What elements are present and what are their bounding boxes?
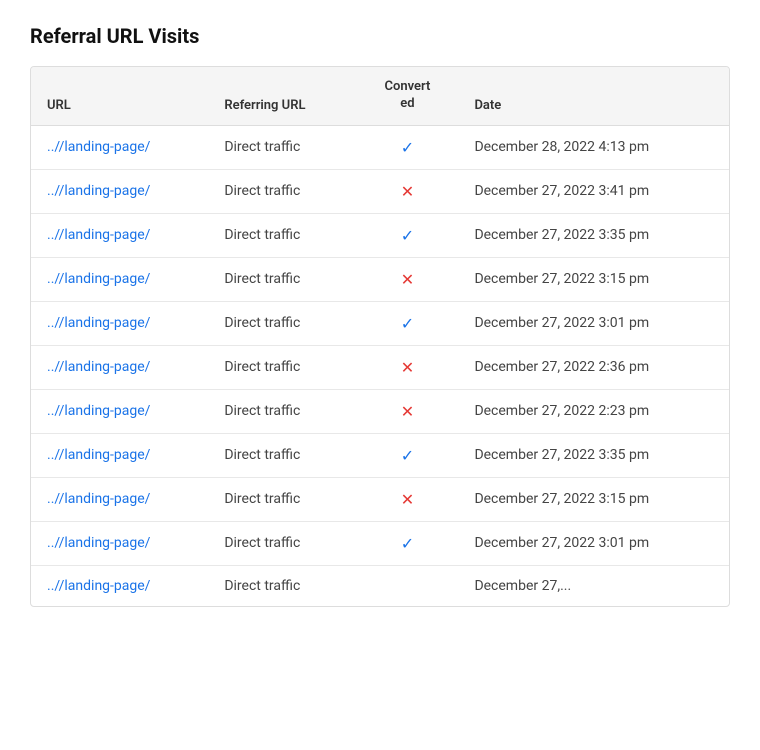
cell-date: December 27, 2022 3:15 pm [458,257,729,301]
cell-converted [356,565,458,606]
table-row: ..//landing-page/Direct traffic ✕ December… [31,345,729,389]
check-icon: ✓ [401,446,414,465]
table-row: ..//landing-page/Direct traffic ✓ December… [31,125,729,169]
cell-referring-url: Direct traffic [208,389,356,433]
cell-url[interactable]: ..//landing-page/ [31,433,208,477]
check-icon: ✓ [401,138,414,157]
cell-date: December 27, 2022 2:36 pm [458,345,729,389]
referral-visits-table: URL Referring URL Converted Date ..//lan… [30,66,730,607]
check-icon: ✓ [401,226,414,245]
cell-url[interactable]: ..//landing-page/ [31,213,208,257]
cell-referring-url: Direct traffic [208,345,356,389]
cell-url[interactable]: ..//landing-page/ [31,125,208,169]
table-row: ..//landing-page/Direct traffic ✓ December… [31,213,729,257]
table-row: ..//landing-page/Direct traffic ✕ December… [31,169,729,213]
cell-referring-url: Direct traffic [208,301,356,345]
cross-icon: ✕ [401,490,414,509]
cross-icon: ✕ [401,270,414,289]
cell-date: December 27, 2022 3:41 pm [458,169,729,213]
table-row: ..//landing-page/Direct traffic ✓ December… [31,433,729,477]
cell-date: December 27, 2022 3:35 pm [458,433,729,477]
cell-converted: ✓ [356,521,458,565]
cross-icon: ✕ [401,182,414,201]
cell-converted: ✕ [356,345,458,389]
table-row: ..//landing-page/Direct traffic ✕ December… [31,257,729,301]
cell-url[interactable]: ..//landing-page/ [31,389,208,433]
cross-icon: ✕ [401,358,414,377]
table-row: ..//landing-page/Direct traffic December … [31,565,729,606]
table-row: ..//landing-page/Direct traffic ✕ December… [31,477,729,521]
cell-converted: ✕ [356,257,458,301]
cross-icon: ✕ [401,402,414,421]
check-icon: ✓ [401,534,414,553]
table-header-row: URL Referring URL Converted Date [31,67,729,125]
table-row: ..//landing-page/Direct traffic ✓ December… [31,301,729,345]
cell-url[interactable]: ..//landing-page/ [31,301,208,345]
cell-converted: ✓ [356,213,458,257]
cell-converted: ✕ [356,389,458,433]
cell-referring-url: Direct traffic [208,125,356,169]
col-header-date: Date [458,67,729,125]
cell-referring-url: Direct traffic [208,169,356,213]
cell-referring-url: Direct traffic [208,213,356,257]
cell-date: December 27, 2022 3:15 pm [458,477,729,521]
cell-referring-url: Direct traffic [208,477,356,521]
cell-referring-url: Direct traffic [208,257,356,301]
cell-url[interactable]: ..//landing-page/ [31,477,208,521]
cell-converted: ✕ [356,477,458,521]
cell-url[interactable]: ..//landing-page/ [31,565,208,606]
cell-date: December 27, 2022 3:35 pm [458,213,729,257]
cell-converted: ✓ [356,301,458,345]
cell-url[interactable]: ..//landing-page/ [31,257,208,301]
cell-url[interactable]: ..//landing-page/ [31,521,208,565]
table-row: ..//landing-page/Direct traffic ✕ December… [31,389,729,433]
cell-date: December 27, 2022 2:23 pm [458,389,729,433]
col-header-url: URL [31,67,208,125]
cell-url[interactable]: ..//landing-page/ [31,345,208,389]
cell-date: December 27, 2022 3:01 pm [458,521,729,565]
cell-converted: ✓ [356,125,458,169]
cell-converted: ✕ [356,169,458,213]
cell-date: December 28, 2022 4:13 pm [458,125,729,169]
col-header-referring-url: Referring URL [208,67,356,125]
col-header-converted: Converted [356,67,458,125]
cell-referring-url: Direct traffic [208,433,356,477]
check-icon: ✓ [401,314,414,333]
cell-converted: ✓ [356,433,458,477]
table-row: ..//landing-page/Direct traffic ✓ December… [31,521,729,565]
cell-url[interactable]: ..//landing-page/ [31,169,208,213]
cell-date: December 27, 2022 3:01 pm [458,301,729,345]
cell-referring-url: Direct traffic [208,521,356,565]
cell-referring-url: Direct traffic [208,565,356,606]
page-title: Referral URL Visits [30,24,730,48]
cell-date: December 27,... [458,565,729,606]
